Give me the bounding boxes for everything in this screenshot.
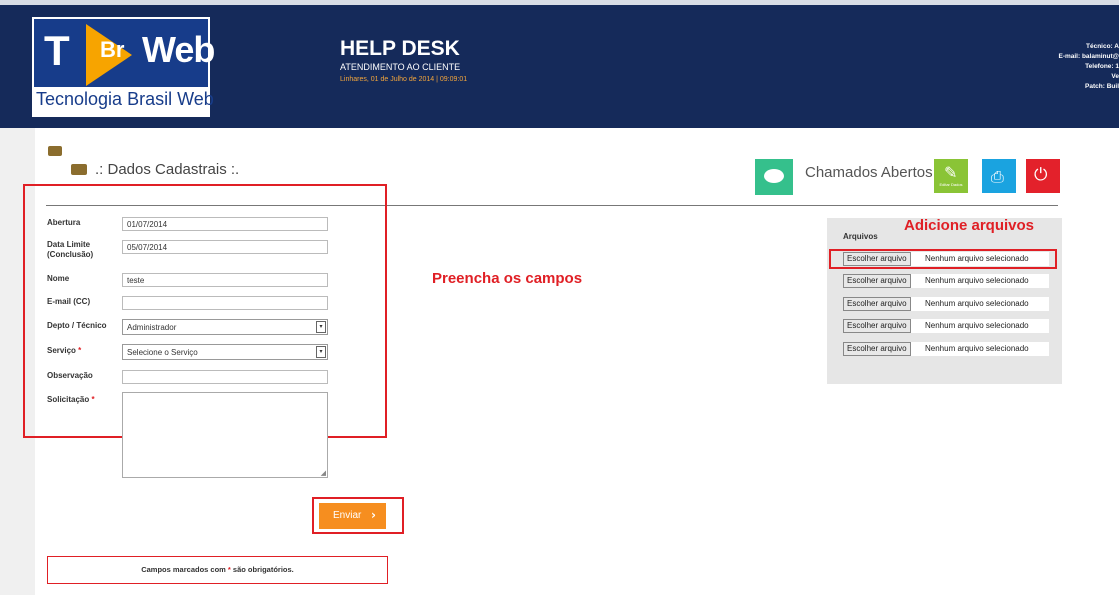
email-label: E-mail (CC) bbox=[47, 297, 91, 306]
file-upload-row: Escolher arquivo Nenhum arquivo selecion… bbox=[843, 319, 1049, 333]
solicitacao-textarea[interactable]: ◢ bbox=[122, 392, 328, 478]
abertura-label: Abertura bbox=[47, 218, 81, 227]
depto-selected: Administrador bbox=[127, 323, 177, 332]
required-mark: * bbox=[78, 346, 82, 355]
observacao-label: Observação bbox=[47, 371, 93, 380]
chamados-abertos-label[interactable]: Chamados Abertos bbox=[805, 164, 933, 181]
notice-text-before: Campos marcados com bbox=[141, 565, 228, 574]
data-limite-label-line2: (Conclusão) bbox=[47, 250, 94, 259]
logo-caption: Tecnologia Brasil Web bbox=[36, 89, 214, 109]
file-upload-row: Escolher arquivo Nenhum arquivo selecion… bbox=[843, 297, 1049, 311]
app-header: T Br Web Tecnologia Brasil Web HELP DESK… bbox=[0, 0, 1119, 128]
add-files-annotation: Adicione arquivos bbox=[904, 217, 1035, 234]
email-field[interactable] bbox=[122, 296, 328, 310]
file-status: Nenhum arquivo selecionado bbox=[925, 321, 1029, 330]
file-status: Nenhum arquivo selecionado bbox=[925, 344, 1029, 353]
file-highlight-box bbox=[829, 249, 1057, 269]
data-limite-field[interactable]: 05/07/2014 bbox=[122, 240, 328, 254]
tbrweb-logo[interactable]: T Br Web Tecnologia Brasil Web bbox=[32, 17, 215, 117]
app-title: HELP DESK bbox=[340, 37, 460, 60]
chevron-right-icon: › bbox=[371, 508, 376, 522]
depto-label: Depto / Técnico bbox=[47, 321, 107, 330]
logo-letters-web: Web bbox=[142, 29, 215, 70]
servico-selected: Selecione o Serviço bbox=[127, 348, 198, 357]
chat-icon bbox=[764, 169, 784, 183]
file-upload-row: Escolher arquivo Nenhum arquivo selecion… bbox=[843, 342, 1049, 356]
user-info-tecnico: Técnico: A bbox=[1086, 43, 1119, 50]
required-mark: * bbox=[91, 395, 95, 404]
section-title: .: Dados Cadastrais :. bbox=[95, 161, 240, 178]
chamados-abertos-button[interactable] bbox=[755, 159, 793, 195]
choose-file-button[interactable]: Escolher arquivo bbox=[843, 297, 911, 311]
top-strip bbox=[0, 0, 1119, 5]
resize-grip-icon[interactable]: ◢ bbox=[321, 469, 326, 477]
logo-letters-br: Br bbox=[100, 37, 125, 62]
submit-button[interactable]: Enviar › bbox=[319, 503, 386, 529]
nome-field[interactable]: teste bbox=[122, 273, 328, 287]
servico-label: Serviço * bbox=[47, 346, 81, 356]
dropdown-arrow-icon: ▾ bbox=[316, 346, 326, 358]
user-info: Técnico: A E-mail: balaminut@ Telefone: … bbox=[1058, 42, 1119, 92]
data-limite-label-line1: Data Limite bbox=[47, 240, 91, 249]
solicitacao-label: Solicitação * bbox=[47, 395, 95, 405]
depto-select[interactable]: Administrador ▾ bbox=[122, 319, 328, 335]
edit-data-button[interactable]: ✎ Editar Dados bbox=[934, 159, 968, 193]
files-title: Arquivos bbox=[843, 232, 878, 241]
user-info-version: Ve bbox=[1111, 73, 1119, 80]
abertura-field[interactable]: 01/07/2014 bbox=[122, 217, 328, 231]
submit-label: Enviar bbox=[333, 510, 362, 521]
pencil-icon: ✎ bbox=[944, 163, 958, 182]
user-info-email: E-mail: balaminut@ bbox=[1058, 53, 1119, 60]
file-upload-row: Escolher arquivo Nenhum arquivo selecion… bbox=[843, 274, 1049, 288]
file-status: Nenhum arquivo selecionado bbox=[925, 299, 1029, 308]
solicitacao-label-text: Solicitação bbox=[47, 395, 90, 404]
logo-letter-t: T bbox=[44, 27, 70, 74]
app-subtitle: ATENDIMENTO AO CLIENTE bbox=[340, 62, 461, 72]
dropdown-arrow-icon: ▾ bbox=[316, 321, 326, 333]
observacao-field[interactable] bbox=[122, 370, 328, 384]
data-limite-label: Data Limite (Conclusão) bbox=[47, 240, 93, 260]
user-info-patch: Patch: Buil bbox=[1085, 83, 1119, 90]
user-info-telefone: Telefone: 1 bbox=[1085, 63, 1119, 70]
print-button[interactable]: ⎙ bbox=[982, 159, 1016, 193]
fill-fields-annotation: Preencha os campos bbox=[432, 270, 583, 287]
folder-open-icon bbox=[71, 164, 87, 175]
edit-data-caption: Editar Dados bbox=[939, 182, 963, 187]
printer-icon: ⎙ bbox=[991, 167, 1004, 186]
choose-file-button[interactable]: Escolher arquivo bbox=[843, 274, 911, 288]
choose-file-button[interactable]: Escolher arquivo bbox=[843, 319, 911, 333]
date-time-line: Linhares, 01 de Julho de 2014 | 09:09:01 bbox=[340, 76, 468, 83]
folder-icon bbox=[48, 146, 62, 156]
servico-select[interactable]: Selecione o Serviço ▾ bbox=[122, 344, 328, 360]
servico-label-text: Serviço bbox=[47, 346, 76, 355]
choose-file-button[interactable]: Escolher arquivo bbox=[843, 342, 911, 356]
notice-text-after: são obrigatórios. bbox=[230, 565, 294, 574]
nome-label: Nome bbox=[47, 274, 70, 283]
required-fields-notice: Campos marcados com * são obrigatórios. bbox=[47, 556, 388, 584]
file-status: Nenhum arquivo selecionado bbox=[925, 276, 1029, 285]
logo-emblem: T Br Web bbox=[34, 19, 215, 87]
power-icon: ⏻ bbox=[1034, 165, 1048, 185]
logout-button[interactable]: ⏻ bbox=[1026, 159, 1060, 193]
